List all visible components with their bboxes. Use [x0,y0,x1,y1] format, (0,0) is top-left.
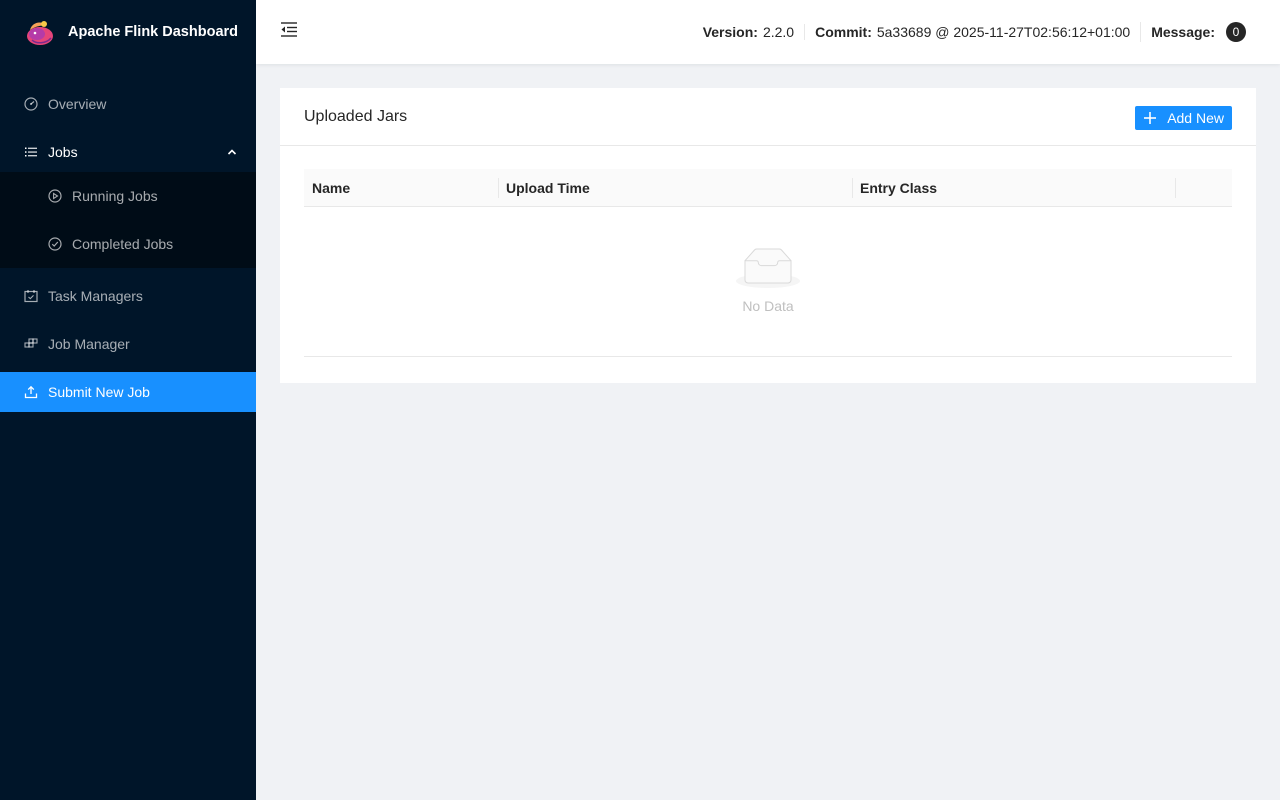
sidebar-item-task-managers[interactable]: Task Managers [0,276,256,316]
list-icon [25,147,37,157]
add-new-label: Add New [1167,110,1224,126]
commit-value: 5a33689 @ 2025-11-27T02:56:12+01:00 [876,24,1131,40]
sidebar-item-label: Submit New Job [48,384,150,400]
empty-state: No Data [304,207,1232,357]
schedule-icon [24,290,38,303]
sidebar-menu: Overview Jobs Running Jobs Completed Job… [0,84,256,412]
dashboard-icon [24,97,38,111]
empty-inbox-icon [736,248,800,288]
brand[interactable]: Apache Flink Dashboard [0,0,256,64]
sidebar-item-label: Running Jobs [72,188,158,204]
sidebar-item-label: Jobs [48,144,78,160]
sidebar-item-submit-new-job[interactable]: Submit New Job [0,372,256,412]
header-info: Version: 2.2.0 Commit: 5a33689 @ 2025-11… [693,0,1256,64]
sidebar-item-job-manager[interactable]: Job Manager [0,324,256,364]
message-label: Message: [1151,24,1215,40]
column-header-upload-time[interactable]: Upload Time [498,169,852,206]
column-header-name[interactable]: Name [304,169,498,206]
column-header-actions [1175,169,1232,206]
chevron-up-icon [227,149,237,155]
menu-fold-icon[interactable] [280,20,298,38]
top-header: Version: 2.2.0 Commit: 5a33689 @ 2025-11… [256,0,1280,64]
upload-icon [24,385,38,399]
play-circle-icon [48,189,62,203]
sidebar-item-label: Completed Jobs [72,236,174,252]
flink-logo-icon [27,21,53,45]
card-title: Uploaded Jars [304,107,408,125]
jars-table: Name Upload Time Entry Class No Data [304,169,1232,357]
check-circle-icon [48,237,62,251]
sidebar-item-label: Job Manager [48,336,130,352]
column-header-entry-class[interactable]: Entry Class [852,169,1175,206]
version-label: Version: [702,24,758,40]
sidebar-item-label: Overview [48,96,107,112]
card-header: Uploaded Jars Add New [280,88,1256,146]
app-title: Apache Flink Dashboard [68,24,239,40]
commit-label: Commit: [815,24,872,40]
message-count-badge[interactable]: 0 [1226,22,1246,42]
build-icon [24,338,38,348]
commit-info: Commit: 5a33689 @ 2025-11-27T02:56:12+01… [804,24,1140,40]
message-info[interactable]: Message: 0 [1140,22,1256,42]
version-info: Version: 2.2.0 [693,24,804,40]
sidebar-item-jobs[interactable]: Jobs [0,132,256,172]
jobs-submenu: Running Jobs Completed Jobs [0,172,256,268]
version-value: 2.2.0 [762,24,795,40]
sidebar-item-running-jobs[interactable]: Running Jobs [0,176,256,216]
uploaded-jars-card: Uploaded Jars Add New Name Upload Time E… [280,88,1256,383]
sidebar-item-completed-jobs[interactable]: Completed Jobs [0,224,256,264]
add-new-button[interactable]: Add New [1135,106,1232,130]
sidebar-item-label: Task Managers [48,288,143,304]
empty-text: No Data [742,298,794,314]
sidebar-item-overview[interactable]: Overview [0,84,256,124]
plus-icon [1144,112,1157,124]
sidebar: Apache Flink Dashboard Overview Jobs Run… [0,0,256,800]
table-header: Name Upload Time Entry Class [304,169,1232,207]
